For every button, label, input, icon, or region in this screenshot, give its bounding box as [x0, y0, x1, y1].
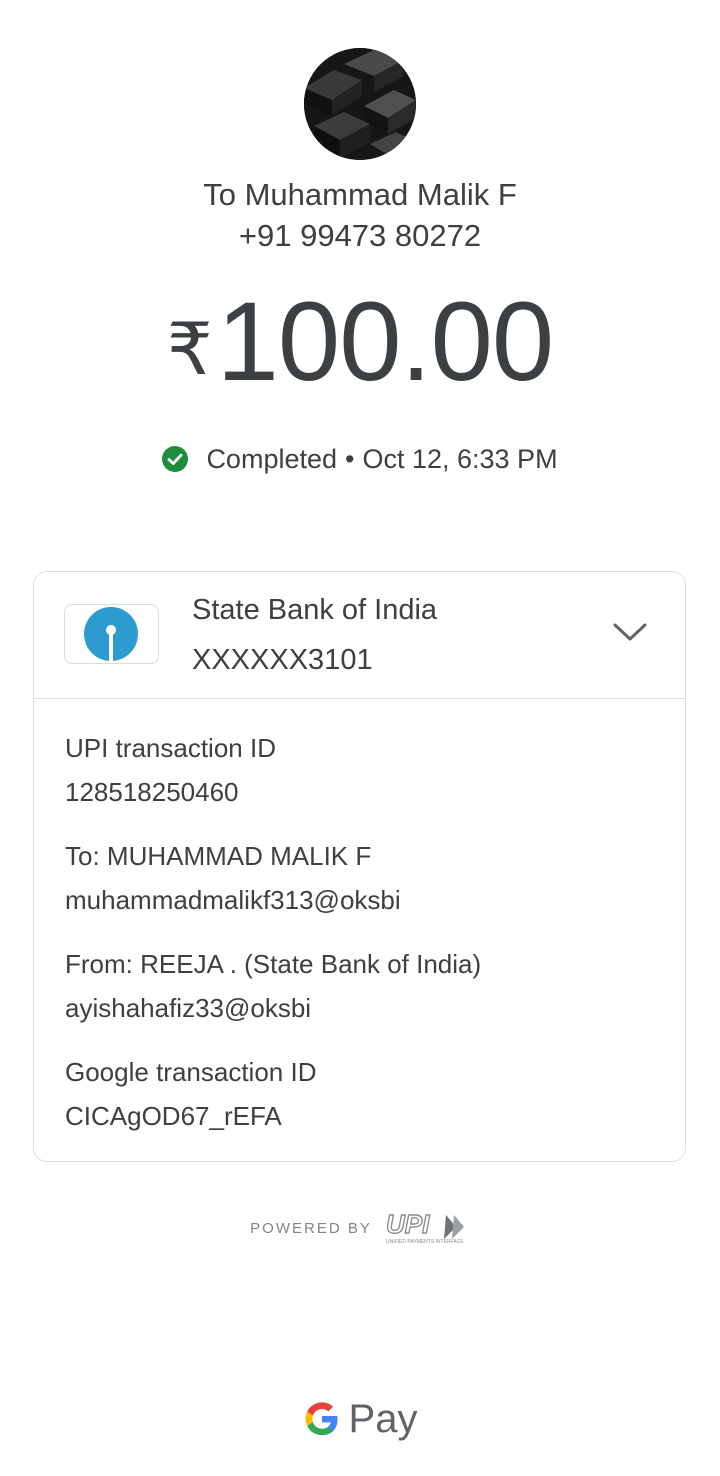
powered-by-upi: POWERED BY UPI UNIFIED PAYMENTS INTERFAC… [0, 1208, 720, 1248]
amount-value: 100.00 [216, 279, 555, 404]
bank-account-header[interactable]: State Bank of India XXXXXX3101 [34, 572, 685, 699]
upi-transaction-id-label: UPI transaction ID [65, 733, 276, 763]
chevron-down-icon[interactable] [612, 620, 648, 644]
recipient-phone: +91 99473 80272 [238, 218, 482, 253]
google-transaction-id-label: Google transaction ID [65, 1057, 317, 1087]
upi-transaction-id-value: 128518250460 [65, 777, 239, 807]
transaction-details-card: State Bank of India XXXXXX3101 UPI trans… [33, 571, 686, 1162]
bank-logo [64, 604, 159, 664]
powered-by-text: POWERED BY [250, 1219, 372, 1237]
bank-account-number: XXXXXX3101 [192, 644, 373, 676]
from-label: From: REEJA . (State Bank of India) [65, 949, 482, 979]
bank-name: State Bank of India [192, 594, 438, 626]
currency-symbol: ₹ [166, 310, 213, 390]
check-circle-icon [162, 446, 189, 472]
upi-logo-icon: UPI UNIFIED PAYMENTS INTERFACE [385, 1211, 464, 1245]
google-transaction-id-value: CICAgOD67_rEFA [65, 1101, 282, 1131]
recipient-name: To Muhammad Malik F [203, 177, 517, 212]
status-separator: • [345, 443, 355, 474]
upi-tagline: UNIFIED PAYMENTS INTERFACE [386, 1239, 464, 1245]
gpay-pay-text: Pay [348, 1397, 418, 1441]
payment-status-row: Completed • Oct 12, 6:33 PM [0, 440, 720, 478]
to-upi-id: muhammadmalikf313@oksbi [65, 885, 401, 915]
payment-datetime: Oct 12, 6:33 PM [362, 443, 558, 474]
upi-logo-text: UPI [386, 1211, 430, 1239]
sbi-logo-icon [84, 607, 138, 661]
from-upi-id: ayishahafiz33@oksbi [65, 993, 312, 1023]
to-label: To: MUHAMMAD MALIK F [65, 841, 372, 871]
payment-amount: ₹100.00 [0, 282, 720, 436]
status-text: Completed [206, 443, 338, 474]
recipient-avatar [304, 48, 416, 160]
google-g-icon [305, 1402, 338, 1436]
google-pay-logo: Pay [0, 1394, 720, 1444]
